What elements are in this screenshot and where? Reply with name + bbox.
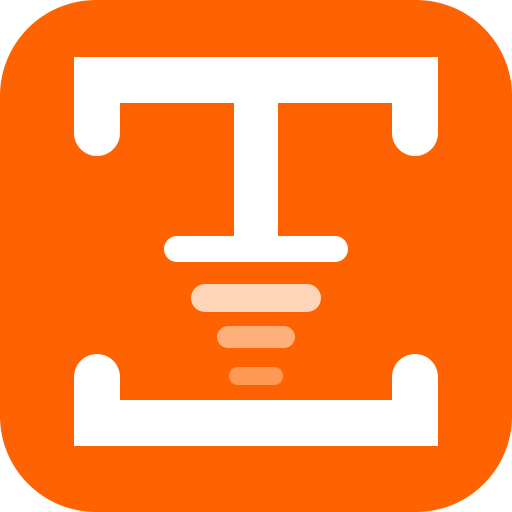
text-cursor-base (164, 236, 348, 262)
app-icon[interactable] (0, 0, 512, 512)
scan-line-1 (191, 284, 321, 312)
scan-line-3 (229, 367, 283, 385)
text-cursor-stem (234, 90, 278, 258)
scan-line-2 (217, 326, 295, 348)
app-icon-graphic (0, 0, 512, 512)
